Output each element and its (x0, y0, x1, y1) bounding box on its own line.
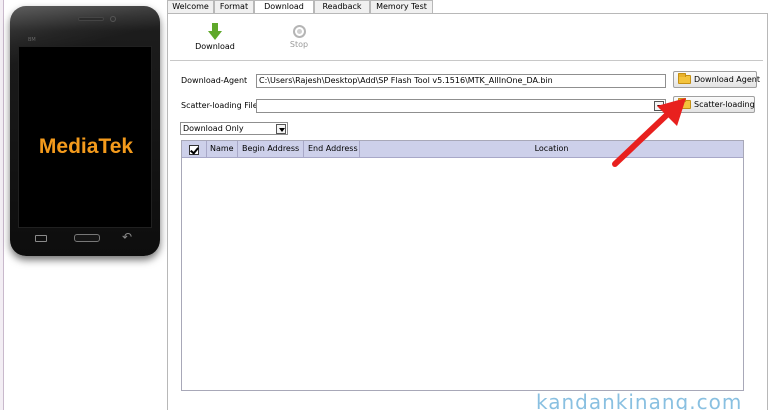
watermark: kandankinang.com (536, 390, 742, 410)
column-header-location[interactable]: Location (360, 141, 743, 158)
download-agent-button-label: Download Agent (694, 75, 760, 84)
download-agent-field[interactable]: C:\Users\Rajesh\Desktop\Add\SP Flash Too… (256, 74, 666, 88)
phone-brand: BM (28, 37, 36, 43)
scatter-file-combo[interactable] (256, 99, 666, 113)
column-header-name[interactable]: Name (207, 141, 238, 158)
back-key-icon: ↶ (122, 230, 132, 244)
partition-table[interactable]: Name Begin Address End Address Location (181, 140, 744, 391)
download-panel: Download Stop Download-Agent C:\Users\Ra… (167, 13, 768, 410)
home-key-icon (74, 234, 100, 242)
phone-speaker (78, 17, 104, 21)
tab-download[interactable]: Download (254, 0, 314, 14)
download-button-label: Download (190, 42, 240, 51)
phone-illustration: BM MediaTek ↶ (10, 6, 160, 256)
tab-memory-test[interactable]: Memory Test (370, 0, 433, 13)
select-all-checkbox[interactable] (189, 145, 199, 155)
stop-icon (293, 25, 306, 38)
table-header: Name Begin Address End Address Location (182, 141, 743, 158)
download-arrow-icon (208, 23, 222, 40)
download-mode-value: Download Only (183, 124, 244, 133)
tab-format[interactable]: Format (214, 0, 254, 13)
folder-icon (678, 75, 691, 84)
tab-welcome[interactable]: Welcome (167, 0, 214, 13)
chevron-down-icon[interactable] (654, 101, 664, 111)
chevron-down-icon[interactable] (276, 124, 286, 134)
menu-key-icon (35, 235, 47, 242)
column-header-end-address[interactable]: End Address (304, 141, 360, 158)
toolbar-divider (170, 60, 763, 61)
phone-camera (110, 16, 116, 22)
header-checkbox-cell[interactable] (182, 141, 207, 158)
stop-button-label: Stop (274, 40, 324, 49)
column-header-begin-address[interactable]: Begin Address (238, 141, 304, 158)
download-agent-button[interactable]: Download Agent (673, 71, 757, 88)
tab-readback[interactable]: Readback (314, 0, 370, 13)
window-frame-left (0, 0, 4, 410)
mediatek-logo: MediaTek (19, 135, 153, 159)
folder-icon (678, 100, 691, 109)
scatter-loading-button[interactable]: Scatter-loading (673, 96, 755, 113)
download-mode-select[interactable]: Download Only (180, 122, 288, 135)
download-agent-label: Download-Agent (181, 76, 247, 85)
stop-button[interactable]: Stop (274, 23, 324, 49)
scatter-loading-button-label: Scatter-loading (694, 100, 755, 109)
download-button[interactable]: Download (190, 23, 240, 51)
scatter-file-label: Scatter-loading File (181, 101, 258, 110)
tab-bar: Welcome Format Download Readback Memory … (167, 0, 767, 13)
phone-screen: MediaTek (18, 46, 152, 228)
